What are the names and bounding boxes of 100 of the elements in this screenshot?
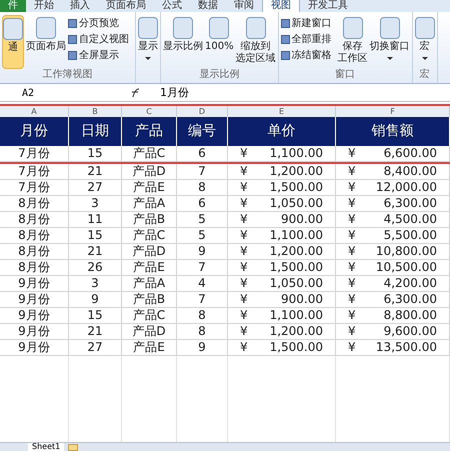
table-cell: 9 [69, 292, 122, 308]
table-cell: ¥ 1,050.00 [228, 196, 336, 212]
button-label: 100% [205, 41, 234, 53]
table-cell: 9月份 [0, 308, 69, 324]
table-cell: 产品E [122, 340, 177, 356]
table-cell: ¥ 10,800.00 [336, 244, 450, 260]
group-title: 工作簿视图 [42, 69, 94, 82]
table-cell: 3 [69, 276, 122, 292]
table-cell: 产品E [122, 260, 177, 276]
table-cell: 3 [69, 196, 122, 212]
ribbon-tab[interactable]: 数据 [190, 0, 226, 12]
ribbon-button[interactable]: 显示 [138, 15, 158, 62]
ribbon-tab[interactable]: 开发工具 [300, 0, 356, 12]
table-cell: 5 [177, 228, 228, 244]
table-cell: 21 [69, 164, 122, 180]
ribbon-button[interactable]: 保存 工作区 [338, 15, 368, 67]
table-cell: ¥ 8,800.00 [336, 308, 450, 324]
ribbon-button[interactable]: 显示比例 [163, 15, 203, 55]
ribbon-button-icon [380, 17, 400, 39]
table-cell: 9月份 [0, 276, 69, 292]
table-cell: 8 [177, 324, 228, 340]
ribbon-tab[interactable]: 视图 [262, 0, 300, 12]
formula-field[interactable]: 1月份 [152, 84, 197, 102]
table-cell: 产品A [122, 276, 177, 292]
header-cell: 单价 [228, 117, 336, 146]
button-label: 保存 [342, 41, 363, 53]
table-cell: ¥ 4,200.00 [336, 276, 450, 292]
table-cell: 21 [69, 244, 122, 260]
table-cell: ¥ 900.00 [228, 292, 336, 308]
ribbon-small-button[interactable]: 自定义视图 [68, 33, 129, 46]
ribbon-button[interactable]: 通 [2, 15, 24, 69]
table-cell: 9月份 [0, 340, 69, 356]
button-label: 显示 [138, 41, 158, 53]
button-label: 宏 [420, 41, 430, 53]
ribbon-small-button[interactable]: 全屏显示 [68, 49, 129, 62]
button-label: 缩放到 [240, 41, 271, 52]
ribbon-small-button[interactable]: 全部重排 [280, 33, 332, 46]
table-cell: 26 [69, 260, 122, 276]
header-cell: 月份 [0, 117, 69, 146]
table-cell: 产品D [122, 244, 177, 260]
ribbon-tab[interactable]: 公式 [154, 0, 190, 12]
table-cell: 15 [69, 146, 122, 162]
ribbon-small-button[interactable]: 新建窗口 [280, 17, 332, 30]
table-cell: 8月份 [0, 196, 69, 212]
button-label: 通 [8, 42, 18, 54]
table-cell: 7 [177, 260, 228, 276]
button-label: 页面布局 [26, 41, 66, 53]
table-cell: 15 [69, 228, 122, 244]
ribbon-small-button[interactable]: 分页预览 [68, 17, 129, 30]
ribbon-button[interactable]: 切换窗口 [370, 15, 410, 62]
table-cell: ¥ 13,500.00 [336, 340, 450, 356]
ribbon-tab[interactable]: 开始 [26, 0, 62, 12]
table-cell: ¥ 1,500.00 [228, 260, 336, 276]
table-cell: ¥ 1,050.00 [228, 276, 336, 292]
button-label: 切换窗口 [370, 41, 410, 53]
table-cell: 9月份 [0, 324, 69, 340]
table-cell: ¥ 9,600.00 [336, 324, 450, 340]
ribbon-button[interactable]: 页面布局 [26, 15, 66, 55]
table-cell: 产品C [122, 308, 177, 324]
table-cell: 产品E [122, 180, 177, 196]
table-cell: ¥ 5,500.00 [336, 228, 450, 244]
table-cell: 8月份 [0, 260, 69, 276]
ribbon-button-icon [414, 17, 435, 39]
table-cell: 产品B [122, 212, 177, 228]
table-cell: 8 [177, 180, 228, 196]
table-cell: 8月份 [0, 212, 69, 228]
ribbon-small-button[interactable]: 冻结窗格 [280, 49, 332, 62]
header-cell: 编号 [177, 117, 228, 146]
sheet-tab[interactable]: Sheet1 [28, 443, 64, 451]
table-cell: 11 [69, 212, 122, 228]
ribbon-button[interactable]: 缩放到 选定区域 [236, 15, 276, 67]
ribbon-button-icon [209, 17, 230, 39]
table-cell: ¥ 1,200.00 [228, 244, 336, 260]
ribbon-button[interactable]: 宏 [414, 15, 435, 62]
table-cell: ¥ 1,500.00 [228, 180, 336, 196]
ribbon-tab[interactable]: 页面布局 [98, 0, 154, 12]
new-sheet-icon[interactable] [68, 444, 78, 451]
table-cell: 27 [69, 340, 122, 356]
table-cell: 8 [177, 308, 228, 324]
group-title: 显示比例 [198, 69, 240, 82]
table-cell: 产品D [122, 164, 177, 180]
ribbon-tab[interactable]: 插入 [62, 0, 98, 12]
header-cell: 产品 [122, 117, 177, 146]
ribbon-tab[interactable]: 件 [0, 0, 26, 12]
button-label: 显示比例 [163, 41, 203, 53]
table-cell: 21 [69, 324, 122, 340]
ribbon-button[interactable]: 100% [205, 15, 234, 55]
table-cell: 9 [177, 244, 228, 260]
header-cell: 销售额 [336, 117, 450, 146]
table-cell: ¥ 1,100.00 [228, 146, 336, 162]
name-box[interactable]: A2 [0, 86, 90, 100]
table-cell: 4 [177, 276, 228, 292]
group-title: 宏 [418, 69, 431, 82]
table-cell: 6 [177, 146, 228, 162]
table-cell: ¥ 6,300.00 [336, 292, 450, 308]
table-cell: ¥ 6,600.00 [336, 146, 450, 162]
table-cell: 7月份 [0, 146, 69, 162]
table-cell: ¥ 1,100.00 [228, 228, 336, 244]
table-cell: 7 [177, 164, 228, 180]
table-cell: ¥ 6,300.00 [336, 196, 450, 212]
